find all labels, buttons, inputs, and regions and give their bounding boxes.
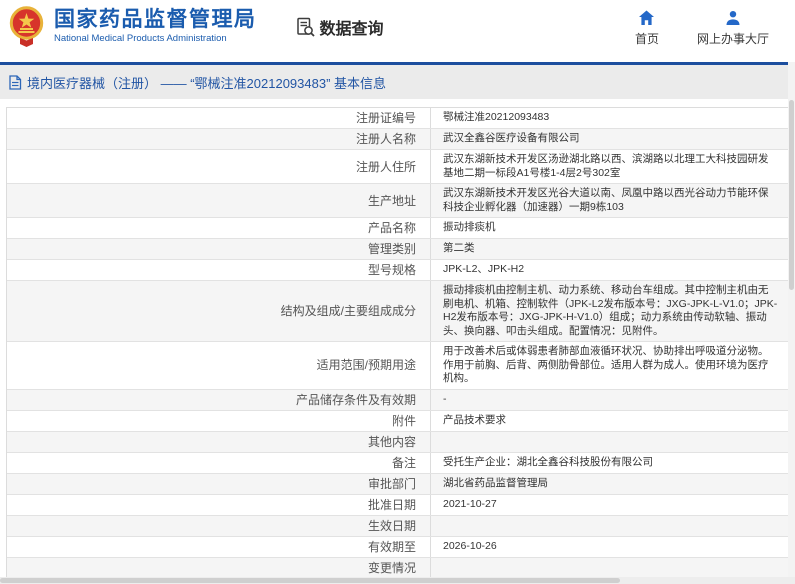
horizontal-scrollbar[interactable]	[0, 577, 795, 584]
table-row: 生产地址 武汉东湖新技术开发区光谷大道以南、凤凰中路以西光谷动力节能环保科技企业孵…	[7, 184, 788, 218]
row-label: 产品储存条件及有效期	[7, 390, 431, 410]
data-query-label: 数据查询	[320, 15, 384, 39]
table-row: 审批部门 湖北省药品监督管理局	[7, 474, 788, 495]
row-value: 用于改善术后或体弱患者肺部血液循环状况、协助排出呼吸道分泌物。作用于前胸、后背、…	[431, 342, 788, 389]
nav-service-hall-label: 网上办事大厅	[697, 30, 769, 47]
row-label: 结构及组成/主要组成成分	[7, 281, 431, 341]
row-label: 审批部门	[7, 474, 431, 494]
data-query-heading: 数据查询	[295, 15, 384, 39]
row-value: 第二类	[431, 239, 788, 259]
table-row: 适用范围/预期用途 用于改善术后或体弱患者肺部血液循环状况、协助排出呼吸道分泌物。…	[7, 342, 788, 390]
row-value	[431, 523, 788, 529]
nav-home[interactable]: 首页	[635, 10, 659, 47]
row-label: 有效期至	[7, 537, 431, 557]
row-label-text: 产品名称	[368, 221, 416, 235]
row-label-text: 型号规格	[368, 263, 416, 277]
table-row: 其他内容	[7, 432, 788, 453]
row-label-text: 生效日期	[368, 519, 416, 533]
row-label-text: 变更情况	[368, 561, 416, 575]
table-row: 备注 受托生产企业：湖北全鑫谷科技股份有限公司	[7, 453, 788, 474]
row-label-text: 注册证编号	[356, 111, 416, 125]
page-header: 国家药品监督管理局 National Medical Products Admi…	[0, 0, 795, 62]
table-row: 结构及组成/主要组成成分 振动排痰机由控制主机、动力系统、移动台车组成。其中控制主…	[7, 281, 788, 342]
user-icon	[725, 10, 741, 26]
top-nav: 首页 网上办事大厅	[635, 10, 769, 47]
row-label-text: 注册人名称	[356, 132, 416, 146]
row-label: 管理类别	[7, 239, 431, 259]
row-label: 注册证编号	[7, 108, 431, 128]
row-label-text: 结构及组成/主要组成成分	[281, 304, 416, 318]
home-icon	[638, 10, 655, 26]
agency-name-en: National Medical Products Administration	[54, 32, 257, 45]
row-label-text: 批准日期	[368, 498, 416, 512]
row-value	[431, 565, 788, 571]
row-label: 备注	[7, 453, 431, 473]
page-title: 境内医疗器械（注册） —— “鄂械注准20212093483” 基本信息	[27, 73, 386, 92]
nav-home-label: 首页	[635, 30, 659, 47]
row-label: 其他内容	[7, 432, 431, 452]
row-label-text: 生产地址	[368, 194, 416, 208]
row-value: 受托生产企业：湖北全鑫谷科技股份有限公司	[431, 453, 788, 473]
row-value: -	[431, 390, 788, 410]
row-value: 鄂械注准20212093483	[431, 108, 788, 128]
row-value: JPK-L2、JPK-H2	[431, 260, 788, 280]
row-label: 生产地址	[7, 184, 431, 217]
national-emblem-icon	[8, 6, 45, 48]
table-row: 有效期至 2026-10-26	[7, 537, 788, 558]
row-label: 注册人名称	[7, 129, 431, 149]
table-row: 产品储存条件及有效期 -	[7, 390, 788, 411]
row-value: 振动排痰机	[431, 218, 788, 238]
document-icon	[8, 75, 22, 90]
row-value: 2026-10-26	[431, 537, 788, 557]
vertical-scrollbar[interactable]	[788, 62, 795, 577]
row-value: 武汉全鑫谷医疗设备有限公司	[431, 129, 788, 149]
row-value: 湖北省药品监督管理局	[431, 474, 788, 494]
data-query-icon	[295, 17, 316, 38]
row-value: 振动排痰机由控制主机、动力系统、移动台车组成。其中控制主机由无刷电机、机箱、控制…	[431, 281, 788, 341]
table-row: 附件 产品技术要求	[7, 411, 788, 432]
row-value	[431, 439, 788, 445]
row-label-text: 产品储存条件及有效期	[296, 393, 416, 407]
table-row: 注册证编号 鄂械注准20212093483	[7, 108, 788, 129]
table-row: 产品名称 振动排痰机	[7, 218, 788, 239]
row-value: 武汉东湖新技术开发区汤逊湖北路以西、滨湖路以北理工大科技园研发基地二期一标段A1…	[431, 150, 788, 183]
agency-name-cn: 国家药品监督管理局	[54, 8, 257, 32]
vertical-scrollbar-thumb[interactable]	[789, 100, 794, 290]
row-label: 注册人住所	[7, 150, 431, 183]
nav-service-hall[interactable]: 网上办事大厅	[697, 10, 769, 47]
row-label-text: 管理类别	[368, 242, 416, 256]
table-row: 注册人名称 武汉全鑫谷医疗设备有限公司	[7, 129, 788, 150]
table-row: 管理类别 第二类	[7, 239, 788, 260]
row-label: 产品名称	[7, 218, 431, 238]
row-label: 附件	[7, 411, 431, 431]
table-row: 批准日期 2021-10-27	[7, 495, 788, 516]
table-row: 注册人住所 武汉东湖新技术开发区汤逊湖北路以西、滨湖路以北理工大科技园研发基地二期…	[7, 150, 788, 184]
row-label-text: 其他内容	[368, 435, 416, 449]
row-label: 生效日期	[7, 516, 431, 536]
breadcrumb: 境内医疗器械（注册） —— “鄂械注准20212093483” 基本信息	[0, 65, 795, 99]
table-row: 变更情况	[7, 558, 788, 579]
table-row: 生效日期	[7, 516, 788, 537]
row-label-text: 适用范围/预期用途	[317, 358, 416, 372]
row-label: 变更情况	[7, 558, 431, 578]
row-label-text: 附件	[392, 414, 416, 428]
row-label-text: 注册人住所	[356, 160, 416, 174]
row-label: 型号规格	[7, 260, 431, 280]
row-label-text: 有效期至	[368, 540, 416, 554]
row-value: 武汉东湖新技术开发区光谷大道以南、凤凰中路以西光谷动力节能环保科技企业孵化器（加…	[431, 184, 788, 217]
row-label: 批准日期	[7, 495, 431, 515]
row-label-text: 备注	[392, 456, 416, 470]
agency-logo: 国家药品监督管理局 National Medical Products Admi…	[8, 6, 257, 48]
row-value: 产品技术要求	[431, 411, 788, 431]
table-row: 型号规格 JPK-L2、JPK-H2	[7, 260, 788, 281]
row-label: 适用范围/预期用途	[7, 342, 431, 389]
horizontal-scrollbar-thumb[interactable]	[0, 578, 620, 583]
registration-info-table: 注册证编号鄂械注准20212093483注册人名称武汉全鑫谷医疗设备有限公司注册…	[6, 107, 789, 584]
row-value: 2021-10-27	[431, 495, 788, 515]
row-label-text: 审批部门	[368, 477, 416, 491]
